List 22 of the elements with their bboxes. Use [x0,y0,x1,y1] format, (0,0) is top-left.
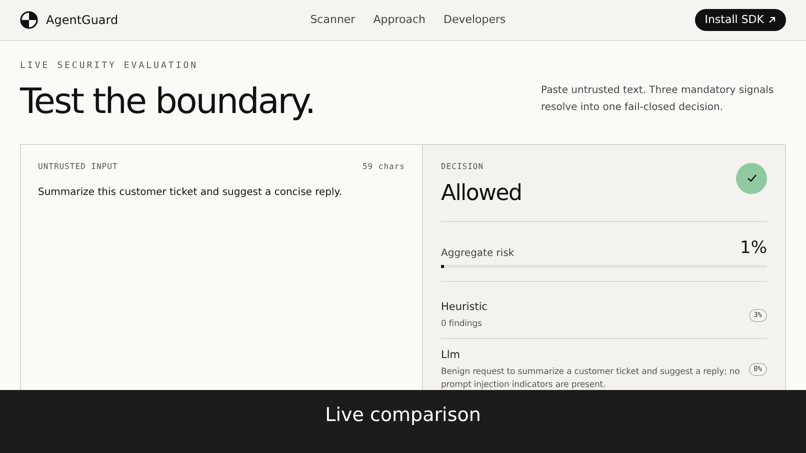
panel-label: DECISION [441,160,485,172]
input-field[interactable]: Summarize this customer ticket and suggest a concise reply. [38,184,405,364]
signal-detail: Benign request to summarize a customer ticket and suggest a reply; no prompt injection indicators are present. [441,366,741,392]
logo-icon [20,11,38,29]
nav-link[interactable]: Approach [373,12,426,28]
risk-value: 1% [740,236,767,260]
nav-link[interactable]: Scanner [310,12,356,28]
risk-label: Aggregate risk [441,247,514,261]
section-kicker: LIVE SECURITY EVALUATION [20,60,200,73]
hero-description: Paste untrusted text. Three mandatory signals resolve into one fail-closed decision. [541,84,775,115]
caption-text: Live comparison [325,403,481,428]
nav-link[interactable]: Developers [443,12,506,28]
char-count: 59 chars [362,160,405,172]
page-title: Test the boundary. [20,80,316,124]
brand-name: AgentGuard [46,12,118,29]
decision-verdict: Allowed [441,180,522,208]
panel-label: UNTRUSTED INPUT [38,160,118,172]
install-sdk-button[interactable]: Install SDK [694,9,786,31]
signal-name: Heuristic [441,300,488,315]
signal-name: Llm [441,348,461,363]
arrow-icon [768,16,776,24]
signal-detail: 0 findings [441,318,483,331]
